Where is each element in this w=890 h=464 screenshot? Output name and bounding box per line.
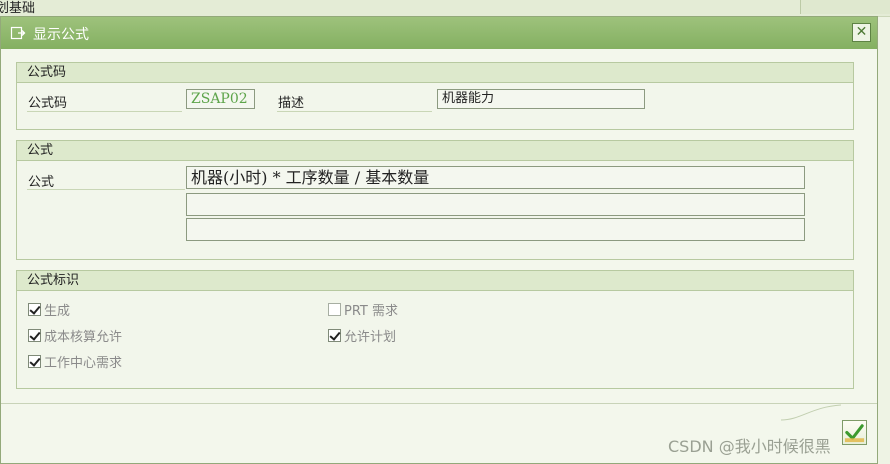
background-window-title: 划基础 [0, 1, 36, 16]
flag-work-center-requirement-label: 工作中心需求 [44, 356, 123, 371]
display-document-icon [10, 26, 26, 40]
description-field[interactable]: 机器能力 [437, 89, 645, 109]
close-icon: ✕ [855, 24, 868, 40]
description-label-underline [277, 111, 432, 112]
checkbox-checked-icon [28, 355, 41, 368]
confirm-button[interactable] [842, 420, 867, 445]
dialog-title-bar[interactable]: 显示公式 ✕ [1, 17, 877, 49]
formula-code-group: 公式码 公式码 ZSAP02 描述 机器能力 [16, 62, 854, 130]
checkbox-unchecked-icon [328, 303, 341, 316]
checkbox-checked-icon [28, 329, 41, 342]
background-window-strip: 划基础 [0, 0, 890, 17]
formula-line-3[interactable] [186, 218, 805, 241]
flag-work-center-requirement-checkbox[interactable]: 工作中心需求 [28, 352, 122, 371]
formula-line-2[interactable] [186, 193, 805, 216]
formula-line-1[interactable]: 机器(小时) * 工序数量 / 基本数量 [186, 166, 805, 189]
display-formula-dialog: 显示公式 ✕ 公式码 公式码 ZSAP02 描述 机器能力 公式 公式 机器(小… [0, 16, 878, 464]
flag-scheduling-allowed-label: 允许计划 [344, 330, 397, 345]
footer-curve-decoration [781, 404, 841, 421]
flag-scheduling-allowed-checkbox[interactable]: 允许计划 [328, 326, 396, 345]
formula-code-group-header: 公式码 [17, 63, 853, 83]
flag-costing-allowed-checkbox[interactable]: 成本核算允许 [28, 326, 122, 345]
close-button[interactable]: ✕ [852, 23, 871, 42]
checkmark-icon [844, 424, 865, 443]
description-label: 描述 [278, 96, 305, 111]
formula-code-field[interactable]: ZSAP02 [186, 89, 255, 109]
formula-label: 公式 [28, 175, 55, 190]
flag-generate-label: 生成 [44, 304, 71, 319]
formula-group-header: 公式 [17, 141, 853, 161]
formula-label-underline [27, 189, 185, 190]
flag-prt-requirement-checkbox[interactable]: PRT 需求 [328, 300, 398, 319]
flag-generate-checkbox[interactable]: 生成 [28, 300, 70, 319]
formula-group: 公式 公式 机器(小时) * 工序数量 / 基本数量 [16, 140, 854, 260]
formula-flags-group-header: 公式标识 [17, 271, 853, 291]
flag-prt-requirement-label: PRT 需求 [344, 304, 398, 319]
formula-flags-group: 公式标识 生成 PRT 需求 成本核算允许 允许计划 工作中心需求 [16, 270, 854, 389]
background-panel [800, 0, 890, 14]
dialog-title: 显示公式 [33, 27, 89, 43]
formula-code-label: 公式码 [28, 96, 68, 111]
formula-code-label-underline [27, 111, 182, 112]
checkbox-checked-icon [328, 329, 341, 342]
flag-costing-allowed-label: 成本核算允许 [44, 330, 123, 345]
footer-divider [1, 403, 877, 404]
csdn-watermark: CSDN @我小时候很黑 [668, 437, 831, 456]
checkbox-checked-icon [28, 303, 41, 316]
